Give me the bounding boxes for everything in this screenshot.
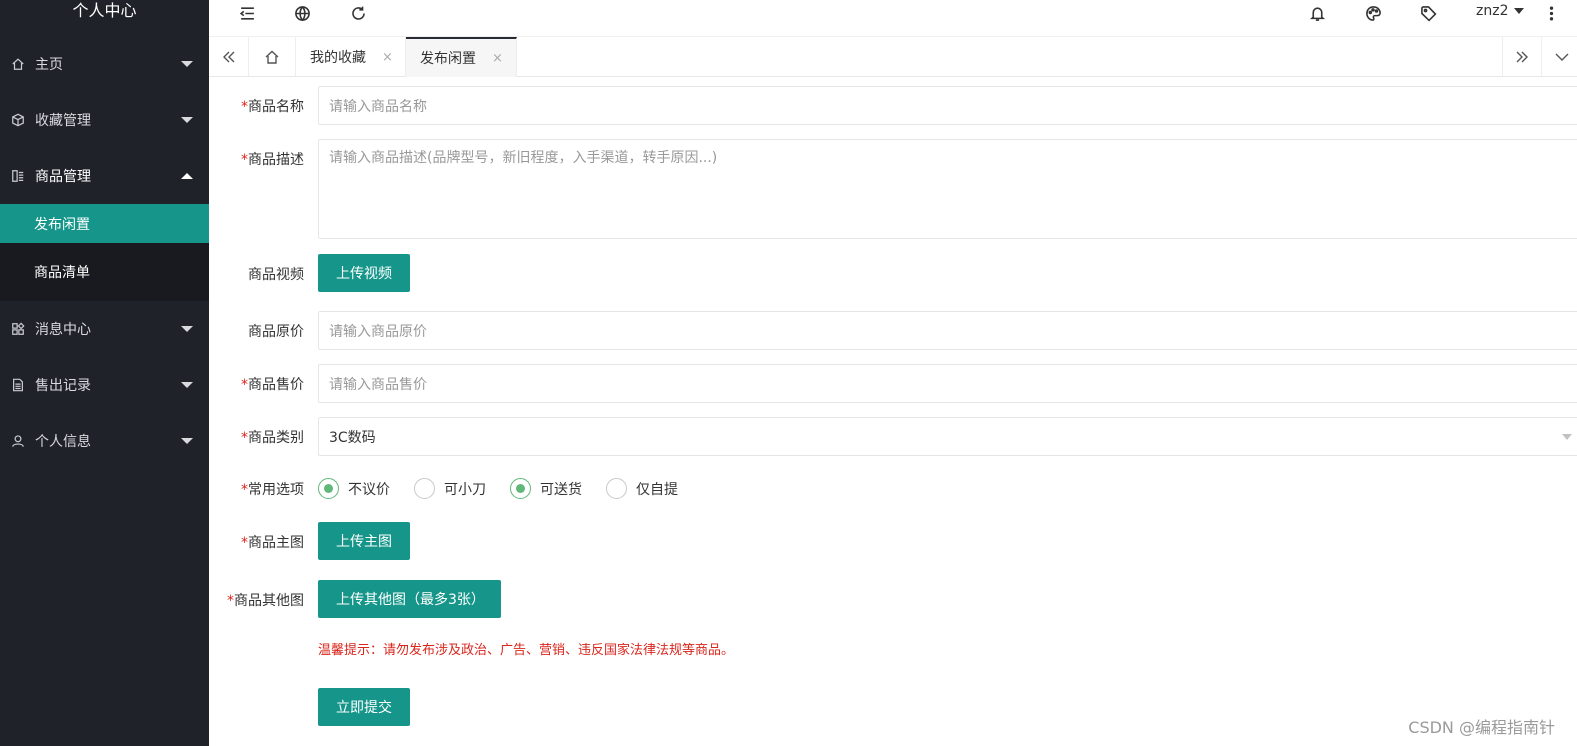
form-row-desc: *商品描述 请输入商品描述(品牌型号，新旧程度，入手渠道，转手原因...) bbox=[209, 139, 1577, 239]
sidebar-item-label: 个人信息 bbox=[35, 434, 91, 450]
tag-icon[interactable] bbox=[1417, 2, 1439, 24]
chevron-down-icon bbox=[181, 326, 193, 332]
form-row-category: *商品类别 3C数码 bbox=[209, 417, 1577, 456]
close-icon[interactable]: × bbox=[382, 50, 393, 65]
radio-checked-icon bbox=[510, 478, 531, 499]
user-menu[interactable]: znz2 bbox=[1476, 3, 1525, 19]
chevron-down-icon bbox=[181, 438, 193, 444]
form-row-orig-price: 商品原价 请输入商品原价 bbox=[209, 311, 1577, 350]
radio-unchecked-icon bbox=[606, 478, 627, 499]
tabs-scroll-left-button[interactable] bbox=[209, 37, 249, 77]
sidebar-subitem-goods-list[interactable]: 商品清单 bbox=[0, 243, 209, 301]
field-label: *商品售价 bbox=[241, 377, 304, 393]
refresh-icon[interactable] bbox=[347, 2, 369, 24]
radio-small-bargain[interactable]: 可小刀 bbox=[414, 478, 486, 499]
field-label: 商品原价 bbox=[248, 324, 304, 340]
goods-icon bbox=[10, 168, 26, 184]
tab-label: 我的收藏 bbox=[310, 50, 366, 66]
tab-favorites[interactable]: 我的收藏 × bbox=[296, 37, 406, 77]
sidebar: 个人中心 主页 收藏管理 商品管理 发布闲置 商品清单 消息中心 售出记录 个人… bbox=[0, 0, 209, 746]
form-row-name: *商品名称 请输入商品名称 bbox=[209, 86, 1577, 125]
goods-desc-textarea[interactable]: 请输入商品描述(品牌型号，新旧程度，入手渠道，转手原因...) bbox=[318, 139, 1577, 239]
upload-main-image-button[interactable]: 上传主图 bbox=[318, 522, 410, 560]
sidebar-item-label: 主页 bbox=[35, 57, 63, 73]
apps-icon bbox=[10, 321, 26, 337]
cube-icon bbox=[10, 112, 26, 128]
bell-icon[interactable] bbox=[1306, 2, 1328, 24]
form-row-video: 商品视频 上传视频 bbox=[209, 254, 1577, 292]
chevron-up-icon bbox=[181, 173, 193, 179]
submit-button[interactable]: 立即提交 bbox=[318, 688, 410, 726]
sidebar-item-goods[interactable]: 商品管理 bbox=[0, 148, 209, 204]
field-label: *商品描述 bbox=[241, 152, 304, 168]
chevron-down-icon bbox=[181, 117, 193, 123]
radio-delivery[interactable]: 可送货 bbox=[510, 478, 582, 499]
chevron-down-icon bbox=[1555, 53, 1569, 61]
sidebar-item-label: 消息中心 bbox=[35, 322, 91, 338]
caret-down-icon bbox=[1514, 8, 1525, 14]
tabs-dropdown-button[interactable] bbox=[1542, 37, 1577, 77]
more-vertical-icon[interactable] bbox=[1540, 2, 1562, 24]
radio-no-bargain[interactable]: 不议价 bbox=[318, 478, 390, 499]
close-icon[interactable]: × bbox=[492, 51, 503, 66]
globe-icon[interactable] bbox=[291, 2, 313, 24]
goods-name-input[interactable]: 请输入商品名称 bbox=[318, 86, 1577, 125]
radio-pickup-only[interactable]: 仅自提 bbox=[606, 478, 678, 499]
tabs-scroll-right-button[interactable] bbox=[1502, 37, 1542, 77]
upload-video-button[interactable]: 上传视频 bbox=[318, 254, 410, 292]
field-label: 商品视频 bbox=[248, 267, 304, 283]
sidebar-item-label: 收藏管理 bbox=[35, 113, 91, 129]
sidebar-submenu: 发布闲置 商品清单 bbox=[0, 204, 209, 301]
publish-form: *商品名称 请输入商品名称 *商品描述 请输入商品描述(品牌型号，新旧程度，入手… bbox=[209, 77, 1577, 746]
double-chevron-right-icon bbox=[1516, 51, 1528, 63]
radio-unchecked-icon bbox=[414, 478, 435, 499]
warning-tip: 温馨提示：请勿发布涉及政治、广告、营销、违反国家法律法规等商品。 bbox=[318, 643, 735, 658]
form-row-main-image: *商品主图 上传主图 bbox=[209, 522, 1577, 560]
home-icon bbox=[265, 50, 279, 64]
file-icon bbox=[10, 377, 26, 393]
sidebar-item-messages[interactable]: 消息中心 bbox=[0, 301, 209, 357]
options-radio-group: 不议价 可小刀 可送货 仅自提 bbox=[318, 478, 702, 499]
sidebar-item-favorites[interactable]: 收藏管理 bbox=[0, 92, 209, 148]
menu-toggle-icon[interactable] bbox=[236, 2, 258, 24]
sidebar-subitem-publish[interactable]: 发布闲置 bbox=[0, 204, 209, 243]
form-row-options: *常用选项 不议价 可小刀 可送货 仅自提 bbox=[209, 477, 1577, 501]
home-icon bbox=[10, 56, 26, 72]
category-select[interactable]: 3C数码 bbox=[318, 417, 1577, 456]
sidebar-item-label: 商品管理 bbox=[35, 169, 91, 185]
radio-checked-icon bbox=[318, 478, 339, 499]
tab-label: 发布闲置 bbox=[420, 51, 476, 67]
field-label: *商品名称 bbox=[241, 99, 304, 115]
form-row-other-images: *商品其他图 上传其他图（最多3张） bbox=[209, 580, 1577, 618]
sidebar-item-home[interactable]: 主页 bbox=[0, 36, 209, 92]
upload-other-images-button[interactable]: 上传其他图（最多3张） bbox=[318, 580, 501, 618]
tab-publish[interactable]: 发布闲置 × bbox=[406, 37, 517, 77]
dropdown-arrow-icon bbox=[1562, 434, 1572, 440]
field-label: *商品主图 bbox=[241, 535, 304, 551]
tab-home[interactable] bbox=[249, 37, 296, 77]
form-row-submit: 立即提交 bbox=[209, 688, 1577, 726]
sidebar-item-label: 售出记录 bbox=[35, 378, 91, 394]
username: znz2 bbox=[1476, 3, 1509, 19]
watermark: CSDN @编程指南针 bbox=[1408, 718, 1555, 737]
sidebar-title: 个人中心 bbox=[72, 1, 137, 20]
user-icon bbox=[10, 433, 26, 449]
palette-icon[interactable] bbox=[1362, 2, 1384, 24]
sidebar-item-profile[interactable]: 个人信息 bbox=[0, 413, 209, 469]
chevron-down-icon bbox=[181, 61, 193, 67]
original-price-input[interactable]: 请输入商品原价 bbox=[318, 311, 1577, 350]
chevron-down-icon bbox=[181, 382, 193, 388]
sidebar-item-sales[interactable]: 售出记录 bbox=[0, 357, 209, 413]
top-header: znz2 bbox=[209, 0, 1577, 36]
form-row-price: *商品售价 请输入商品售价 bbox=[209, 364, 1577, 403]
category-value: 3C数码 bbox=[329, 429, 376, 446]
field-label: *商品类别 bbox=[241, 430, 304, 446]
field-label: *商品其他图 bbox=[227, 593, 304, 609]
field-label: *常用选项 bbox=[241, 482, 304, 498]
double-chevron-left-icon bbox=[222, 51, 234, 63]
tab-bar: 我的收藏 × 发布闲置 × bbox=[209, 36, 1577, 77]
sale-price-input[interactable]: 请输入商品售价 bbox=[318, 364, 1577, 403]
